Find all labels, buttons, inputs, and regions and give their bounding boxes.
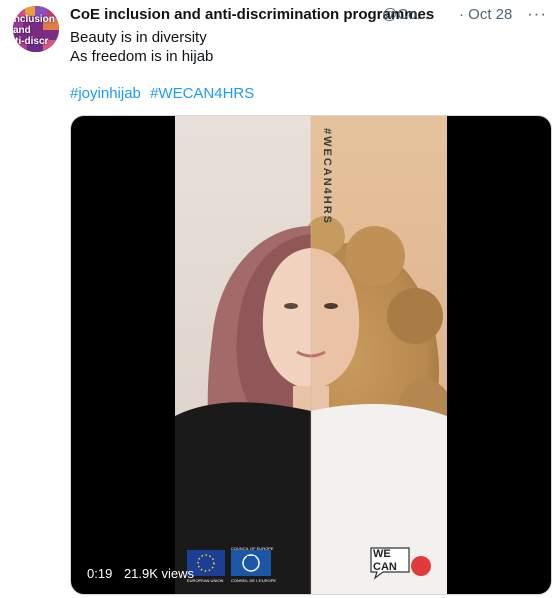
wecan-we: WE	[373, 548, 391, 560]
hashtags: #joyinhijab #WECAN4HRS	[70, 85, 259, 102]
hashtag-wecan4hrs[interactable]: #WECAN4HRS	[150, 85, 254, 102]
video-player[interactable]: #WECAN4HRS EUROPEAN UNION CONSEIL DE L'E…	[70, 115, 552, 595]
coe-flag	[231, 550, 271, 576]
tweet-text-line: As freedom is in hijab	[70, 48, 214, 65]
wecan-logo: WE CAN	[369, 544, 433, 580]
author-avatar[interactable]: inclusion and nti-discr	[13, 6, 59, 52]
vertical-hashtag: #WECAN4HRS	[321, 128, 333, 226]
author-handle[interactable]: @Co...	[382, 6, 429, 23]
video-stats: 0:19 21.9K views	[87, 566, 202, 581]
video-poster	[175, 116, 447, 594]
coe-label: CONSEIL DE L'EUROPE	[231, 578, 277, 583]
video-views: 21.9K views	[123, 566, 195, 581]
tweet-header: CoE inclusion and anti-discrimination pr…	[70, 4, 547, 26]
more-options-icon[interactable]: ···	[527, 4, 547, 24]
tweet-text-line: Beauty is in diversity	[70, 29, 207, 46]
video-duration: 0:19	[87, 566, 113, 581]
avatar-text-2: and	[13, 25, 31, 36]
tweet-text: Beauty is in diversity As freedom is in …	[70, 28, 213, 66]
author-name[interactable]: CoE inclusion and anti-discrimination pr…	[70, 6, 434, 23]
avatar-text-3: nti-discr	[13, 36, 49, 47]
wecan-can: CAN	[373, 561, 397, 573]
avatar-text-1: inclusion	[13, 14, 55, 25]
coe-top-label: COUNCIL OF EUROPE	[231, 546, 274, 551]
tweet-date[interactable]: · Oct 28	[459, 6, 512, 23]
hashtag-joyinhijab[interactable]: #joyinhijab	[70, 85, 141, 102]
